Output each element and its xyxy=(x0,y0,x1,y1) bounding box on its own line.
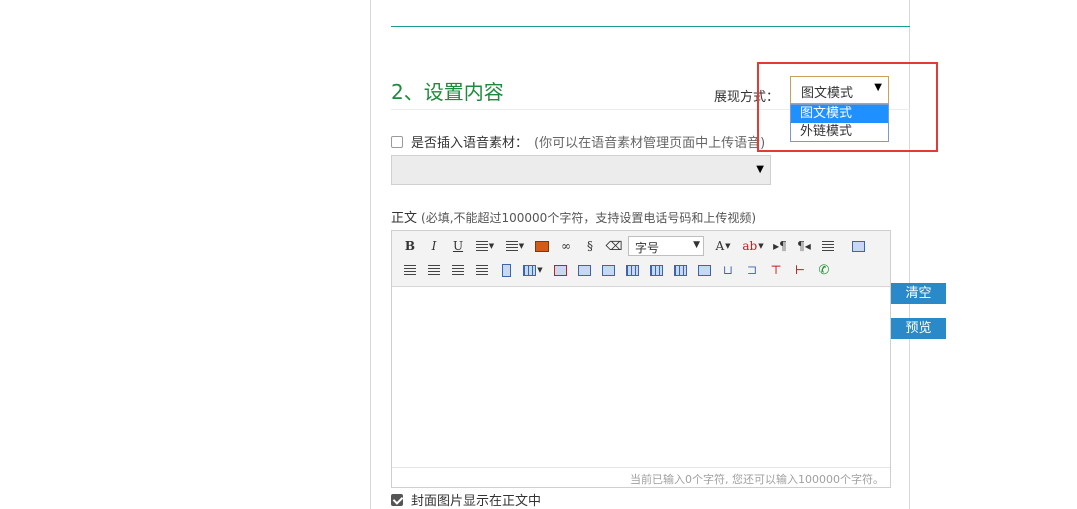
insert-row-after-button[interactable] xyxy=(598,260,618,280)
bold-button[interactable]: B xyxy=(400,236,420,256)
col-after-icon xyxy=(673,264,687,276)
display-mode-dropdown: 图文模式 外链模式 xyxy=(790,104,889,142)
font-size-value: 字号 xyxy=(635,241,660,255)
cover-label: 封面图片显示在正文中 xyxy=(411,494,542,509)
bullet-list-button[interactable]: ▼ xyxy=(472,236,498,256)
preview-button[interactable]: 预览 xyxy=(891,318,946,339)
character-counter: 当前已输入0个字符, 您还可以输入100000个字符。 xyxy=(392,467,890,487)
rich-text-editor: B I U ▼ ▼ ∞ § ⌫ 字号 ▼ A ▼ ab ▼ ▸¶ ¶◂ ▼ ⊔ … xyxy=(391,230,891,488)
merge-cells-button[interactable]: ⊔ xyxy=(718,260,738,280)
split-cols-icon: ⊢ xyxy=(794,263,806,277)
delete-col-button[interactable] xyxy=(694,260,714,280)
align-left-icon xyxy=(404,265,416,275)
italic-button[interactable]: I xyxy=(424,236,444,256)
indent-button[interactable] xyxy=(818,236,838,256)
delete-row-button[interactable] xyxy=(622,260,642,280)
display-mode-value: 图文模式 xyxy=(801,86,854,101)
link-icon: ∞ xyxy=(561,239,571,253)
bullet-list-icon xyxy=(475,241,488,251)
align-center-button[interactable] xyxy=(424,260,444,280)
font-color-button[interactable]: A ▼ xyxy=(710,236,736,256)
voice-label: 是否插入语音素材： xyxy=(411,136,529,151)
justify-icon xyxy=(476,265,488,275)
body-label-row: 正文 (必填,不能超过100000个字符，支持设置电话号码和上传视频) xyxy=(391,207,756,226)
insert-table-button[interactable]: ▼ xyxy=(520,260,546,280)
insert-video-button[interactable] xyxy=(496,260,516,280)
eraser-icon: ⌫ xyxy=(605,239,623,253)
unlink-button[interactable]: § xyxy=(580,236,600,256)
rtl-icon: ¶◂ xyxy=(797,239,811,253)
delete-table-button[interactable] xyxy=(550,260,570,280)
highlight-color-button[interactable]: ab ▼ xyxy=(740,236,766,256)
display-option-external-link[interactable]: 外链模式 xyxy=(791,123,888,141)
split-rows-icon: ⊤ xyxy=(770,263,782,277)
body-hint: (必填,不能超过100000个字符，支持设置电话号码和上传视频) xyxy=(421,211,757,225)
rtl-button[interactable]: ¶◂ xyxy=(794,236,814,256)
monitor-icon xyxy=(851,240,865,252)
clear-button[interactable]: 清空 xyxy=(891,283,946,304)
insert-phone-button[interactable]: ✆ xyxy=(814,260,834,280)
numbered-list-icon xyxy=(505,241,518,251)
split-cells-button[interactable]: ⊐ xyxy=(742,260,762,280)
row-before-icon xyxy=(577,264,591,276)
cover-checkbox[interactable] xyxy=(391,493,403,506)
display-mode-label: 展现方式： xyxy=(714,90,780,105)
align-center-icon xyxy=(428,265,440,275)
insert-row-before-button[interactable] xyxy=(574,260,594,280)
ltr-icon: ▸¶ xyxy=(773,239,787,253)
numbered-list-button[interactable]: ▼ xyxy=(502,236,528,256)
insert-col-before-button[interactable] xyxy=(646,260,666,280)
display-option-graphic[interactable]: 图文模式 xyxy=(791,105,888,123)
merge-cells-icon: ⊔ xyxy=(722,263,734,277)
highlight-icon: ab xyxy=(742,239,758,253)
col-before-icon xyxy=(649,264,663,276)
voice-select[interactable]: ▼ xyxy=(391,155,771,185)
justify-button[interactable] xyxy=(472,260,492,280)
insert-link-button[interactable]: ∞ xyxy=(556,236,576,256)
dropdown-arrow-icon: ▼ xyxy=(874,82,882,93)
split-rows-button[interactable]: ⊤ xyxy=(766,260,786,280)
ltr-button[interactable]: ▸¶ xyxy=(770,236,790,256)
content-panel: 2、设置内容 展现方式： 图文模式 ▼ 图文模式 外链模式 是否插入语音素材： … xyxy=(370,0,910,509)
voice-row: 是否插入语音素材： (你可以在语音素材管理页面中上传语音) xyxy=(391,132,765,151)
voice-checkbox[interactable] xyxy=(391,135,403,148)
insert-image-button[interactable] xyxy=(532,236,552,256)
insert-col-after-button[interactable] xyxy=(670,260,690,280)
voice-hint: (你可以在语音素材管理页面中上传语音) xyxy=(534,136,766,151)
dropdown-arrow-icon: ▼ xyxy=(693,240,700,250)
underline-button[interactable]: U xyxy=(448,236,468,256)
delete-col-icon xyxy=(697,264,711,276)
dropdown-arrow-icon: ▼ xyxy=(756,164,764,175)
row-after-icon xyxy=(601,264,615,276)
top-divider xyxy=(391,26,910,27)
fullscreen-button[interactable] xyxy=(848,236,868,256)
display-mode-select[interactable]: 图文模式 ▼ xyxy=(790,76,889,104)
editor-content-area[interactable] xyxy=(392,287,890,467)
toolbar-row-2: ▼ ⊔ ⊐ ⊤ ⊢ ✆ xyxy=(400,259,838,281)
align-right-icon xyxy=(452,265,464,275)
toolbar-row-1: B I U ▼ ▼ ∞ § ⌫ 字号 ▼ A ▼ ab ▼ ▸¶ ¶◂ xyxy=(400,235,872,257)
unlink-icon: § xyxy=(587,239,593,253)
font-color-icon: A xyxy=(715,239,725,253)
image-icon xyxy=(535,240,549,252)
cover-row: 封面图片显示在正文中 xyxy=(391,490,541,509)
phone-icon: ✆ xyxy=(818,262,830,278)
video-icon xyxy=(501,263,511,277)
editor-toolbar: B I U ▼ ▼ ∞ § ⌫ 字号 ▼ A ▼ ab ▼ ▸¶ ¶◂ ▼ ⊔ … xyxy=(392,231,890,287)
split-cells-icon: ⊐ xyxy=(746,263,758,277)
align-right-button[interactable] xyxy=(448,260,468,280)
align-left-button[interactable] xyxy=(400,260,420,280)
eraser-button[interactable]: ⌫ xyxy=(604,236,624,256)
delete-table-icon xyxy=(553,264,567,276)
section-title: 2、设置内容 xyxy=(391,80,504,104)
indent-icon xyxy=(822,241,834,251)
body-label: 正文 xyxy=(391,211,418,226)
table-icon xyxy=(523,264,537,276)
split-cols-button[interactable]: ⊢ xyxy=(790,260,810,280)
delete-row-icon xyxy=(625,264,639,276)
font-size-select[interactable]: 字号 ▼ xyxy=(628,236,704,256)
